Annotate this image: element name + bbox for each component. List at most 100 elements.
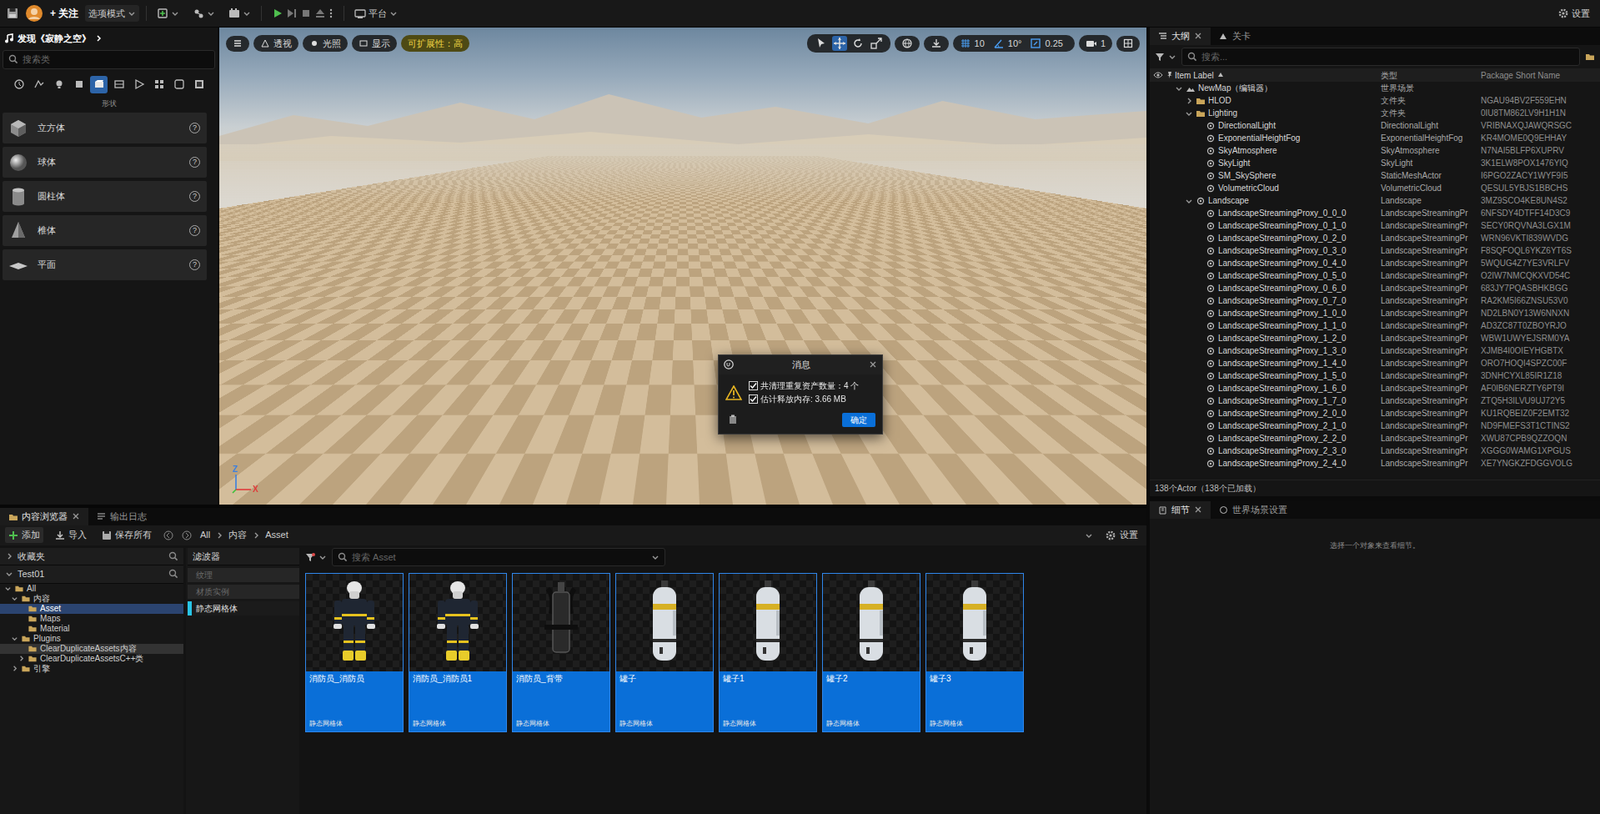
outliner-search-input[interactable] [1201, 50, 1575, 65]
checkbox-icon[interactable] [748, 381, 758, 391]
search-icon[interactable] [168, 551, 179, 562]
expander[interactable] [1184, 96, 1194, 106]
outliner-row[interactable]: LandscapeStreamingProxy_2_4_0LandscapeSt… [1149, 456, 1600, 470]
folder-row[interactable]: All [0, 583, 184, 594]
collapsed-arrow-icon[interactable] [1184, 96, 1194, 106]
expander[interactable] [10, 594, 19, 602]
project-header[interactable]: Test01 [0, 565, 184, 584]
expanded-arrow-icon[interactable] [1184, 109, 1194, 118]
scale-tool[interactable] [868, 35, 884, 51]
category-button[interactable] [50, 75, 68, 94]
outliner-row[interactable]: LandscapeStreamingProxy_1_1_0LandscapeSt… [1149, 319, 1600, 332]
asset-tile[interactable]: 罐子1静态网格体 [718, 572, 818, 733]
outliner-row[interactable]: ExponentialHeightFogExponentialHeightFog… [1149, 131, 1600, 145]
outliner-row[interactable]: NewMap（编辑器）世界场景 [1149, 81, 1600, 95]
forward-icon[interactable] [181, 530, 192, 541]
follow-button[interactable]: + 关注 [50, 5, 79, 21]
breadcrumb-item[interactable]: 内容 [228, 527, 247, 542]
asset-tile[interactable]: 消防员_消防员1静态网格体 [408, 572, 507, 733]
viewport-mode-button[interactable]: 透视 [253, 35, 299, 53]
outliner-row[interactable]: SkyAtmosphereSkyAtmosphereN7NAI5BLFP6XUP… [1149, 144, 1600, 157]
folder-row[interactable]: Asset [0, 603, 184, 614]
toolbar-menu[interactable] [225, 5, 255, 21]
music-overlay[interactable]: 发现《寂静之空》 [2, 30, 216, 47]
outliner-row[interactable]: LandscapeStreamingProxy_0_5_0LandscapeSt… [1149, 269, 1600, 282]
outliner-row[interactable]: LandscapeStreamingProxy_2_0_0LandscapeSt… [1149, 406, 1600, 420]
panel-tab[interactable]: 大纲 [1149, 27, 1211, 46]
outliner-row[interactable]: LandscapeStreamingProxy_0_2_0LandscapeSt… [1149, 231, 1600, 245]
outliner-row[interactable]: LandscapeStreamingProxy_0_4_0LandscapeSt… [1149, 256, 1600, 270]
category-button[interactable] [90, 75, 108, 94]
outliner-row[interactable]: LandscapeStreamingProxy_2_1_0LandscapeSt… [1149, 419, 1600, 432]
back-icon[interactable] [163, 530, 174, 541]
folder-row[interactable]: Plugins [0, 633, 184, 644]
settings-button[interactable]: 设置 [1554, 5, 1594, 23]
step-icon[interactable] [285, 7, 298, 20]
outliner-row[interactable]: LandscapeStreamingProxy_0_1_0LandscapeSt… [1149, 219, 1600, 232]
asset-filter-button[interactable] [305, 551, 327, 562]
collapsed-arrow-icon[interactable] [17, 654, 26, 663]
panel-tab[interactable]: 输出日志 [88, 507, 156, 526]
clipboard-icon[interactable] [728, 414, 738, 425]
folder-row[interactable]: ClearDuplicateAssetsC++类 [0, 653, 184, 664]
help-icon[interactable]: ? [189, 156, 201, 168]
place-item[interactable]: 圆柱体? [2, 180, 207, 212]
filter-button[interactable] [1154, 51, 1177, 62]
outliner-row[interactable]: LandscapeStreamingProxy_2_2_0LandscapeSt… [1149, 431, 1600, 445]
scalability-badge[interactable]: 可扩展性：高 [401, 35, 470, 53]
outliner-row[interactable]: SM_SkySphereStaticMeshActorI6PGO2ZACY1WY… [1149, 169, 1600, 182]
panel-tab[interactable]: 世界场景设置 [1210, 501, 1296, 519]
category-button[interactable] [170, 75, 188, 94]
outliner-row[interactable]: VolumetricCloudVolumetricCloudQESUL5YBJS… [1149, 181, 1600, 195]
eject-icon[interactable] [314, 7, 327, 20]
folder-row[interactable]: 内容 [0, 593, 184, 604]
folder-row[interactable]: 引擎 [0, 663, 184, 674]
filter-item[interactable]: 静态网格体 [187, 601, 300, 616]
place-item[interactable]: 平面? [2, 249, 207, 281]
breadcrumb-item[interactable]: Asset [265, 527, 289, 542]
favorites-header[interactable]: 收藏夹 [0, 547, 184, 567]
save-icon[interactable] [6, 7, 19, 20]
viewport-mode-button[interactable]: 显示 [351, 35, 397, 53]
expander[interactable] [10, 634, 19, 643]
column-header[interactable]: 类型 [1377, 69, 1478, 82]
outliner-search[interactable] [1181, 47, 1580, 67]
expander[interactable] [10, 664, 19, 673]
filter-item[interactable]: 纹理 [187, 567, 300, 582]
outliner-row[interactable]: HLOD文件夹NGAU94BV2F559EHN [1149, 94, 1600, 107]
panel-tab[interactable]: 关卡 [1210, 27, 1259, 46]
snap-value[interactable]: 10° [1008, 36, 1023, 51]
camera-speed-button[interactable]: 1 [1078, 35, 1113, 53]
scale-snap-icon[interactable] [1029, 37, 1042, 50]
collapsed-arrow-icon[interactable] [10, 664, 19, 673]
class-search-input[interactable] [22, 52, 210, 67]
category-button[interactable] [70, 75, 88, 94]
move-tool[interactable] [832, 35, 848, 51]
outliner-row[interactable]: SkyLightSkyLight3K1ELW8POX1476YIQ [1149, 156, 1600, 170]
play-icon[interactable] [271, 7, 284, 20]
outliner-row[interactable]: LandscapeStreamingProxy_1_5_0LandscapeSt… [1149, 369, 1600, 382]
select-tool[interactable] [813, 35, 829, 51]
outliner-row[interactable]: DirectionalLightDirectionalLightVRIBNAXQ… [1149, 119, 1600, 132]
expanded-arrow-icon[interactable] [4, 584, 12, 592]
expander[interactable] [1184, 109, 1194, 118]
expanded-arrow-icon[interactable] [10, 634, 19, 643]
category-button[interactable] [30, 75, 48, 94]
mode-dropdown[interactable]: 选项模式 [85, 5, 140, 23]
toolbar-menu[interactable] [189, 5, 219, 21]
asset-tile[interactable]: 罐子3静态网格体 [925, 572, 1024, 733]
expander[interactable] [16, 654, 26, 663]
ok-button[interactable]: 确定 [842, 412, 876, 427]
expander[interactable] [1184, 196, 1194, 206]
asset-tile[interactable]: 消防员_背带静态网格体 [511, 572, 611, 733]
angle-snap-icon[interactable] [993, 37, 1005, 50]
place-item[interactable]: 立方体? [2, 112, 207, 144]
surface-snap-button[interactable] [923, 35, 949, 52]
avatar-icon[interactable] [25, 4, 44, 23]
toolbar-menu[interactable] [153, 5, 183, 21]
snap-value[interactable]: 10 [974, 36, 985, 51]
folder-add-icon[interactable] [1584, 51, 1595, 62]
asset-search[interactable] [331, 547, 666, 567]
outliner-row[interactable]: Lighting文件夹0IU8TM862LV9H1H1N [1149, 106, 1600, 120]
close-icon[interactable] [1193, 505, 1203, 514]
